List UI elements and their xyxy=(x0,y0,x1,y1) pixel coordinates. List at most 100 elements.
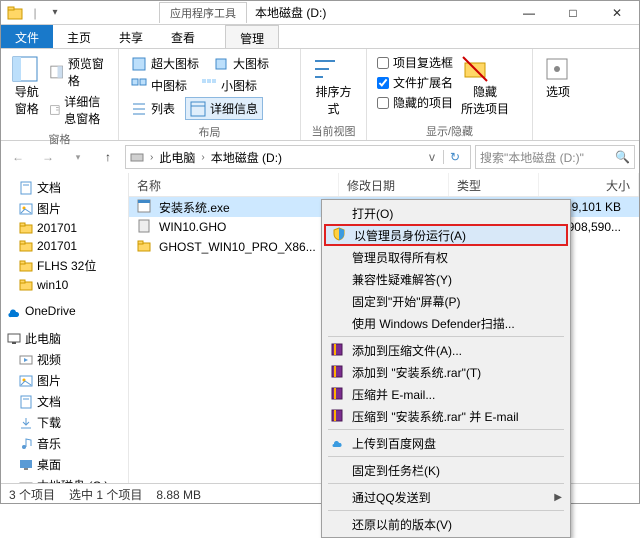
context-item[interactable]: 压缩到 "安装系统.rar" 并 E-mail xyxy=(324,405,568,427)
address-bar: ← → ▾ ↑ › 此电脑 › 本地磁盘 (D:) v ↻ 搜索"本地磁盘 (D… xyxy=(1,141,639,173)
options-button[interactable]: 选项 xyxy=(539,51,577,104)
tree-item[interactable]: 下载 xyxy=(1,412,128,433)
rar-icon xyxy=(330,408,346,424)
separator xyxy=(328,456,564,457)
chk-hidden-items[interactable]: 隐藏的项目 xyxy=(375,93,455,112)
col-name[interactable]: 名称 xyxy=(129,173,339,196)
context-label: 使用 Windows Defender扫描... xyxy=(352,315,515,332)
status-size: 8.88 MB xyxy=(156,488,201,502)
tree-item[interactable]: 图片 xyxy=(1,198,128,219)
layout-l-button[interactable]: 大图标 xyxy=(209,53,273,74)
tree-item[interactable]: win10 xyxy=(1,276,128,294)
tab-manage[interactable]: 管理 xyxy=(225,25,279,48)
sort-label: 排序方式 xyxy=(315,85,351,116)
ribbon-tabs: 文件 主页 共享 查看 管理 xyxy=(1,25,639,49)
context-item[interactable]: 兼容性疑难解答(Y) xyxy=(324,268,568,290)
context-item[interactable]: 使用 Windows Defender扫描... xyxy=(324,312,568,334)
context-label: 打开(O) xyxy=(352,205,393,222)
context-item[interactable]: 打开(O) xyxy=(324,202,568,224)
breadcrumb-thispc[interactable]: 此电脑 xyxy=(159,149,195,166)
hide-label: 隐藏 所选项目 xyxy=(461,85,509,116)
folder-icon xyxy=(7,5,23,21)
sort-button[interactable]: 排序方式 xyxy=(307,51,360,121)
layout-detail-button[interactable]: 详细信息 xyxy=(185,97,263,120)
address-box[interactable]: › 此电脑 › 本地磁盘 (D:) v ↻ xyxy=(125,145,471,169)
context-label: 固定到"开始"屏幕(P) xyxy=(352,293,461,310)
tree-item[interactable]: FLHS 32位 xyxy=(1,255,128,276)
ribbon: 导航窗格 预览窗格 详细信息窗格 窗格 超大图标 大图标 中图标 小图标 列表 … xyxy=(1,49,639,141)
search-input[interactable]: 搜索"本地磁盘 (D:)" 🔍 xyxy=(475,145,635,169)
up-button[interactable]: ↑ xyxy=(95,144,121,170)
tab-share[interactable]: 共享 xyxy=(105,25,157,48)
minimize-button[interactable]: — xyxy=(507,1,551,25)
details-pane-button[interactable]: 详细信息窗格 xyxy=(46,91,112,129)
context-label: 还原以前的版本(V) xyxy=(352,516,452,533)
breadcrumb-drive[interactable]: 本地磁盘 (D:) xyxy=(211,149,282,166)
tree-item[interactable]: 桌面 xyxy=(1,454,128,475)
context-item[interactable]: 上传到百度网盘 xyxy=(324,432,568,454)
close-button[interactable]: ✕ xyxy=(595,1,639,25)
tree-item[interactable]: 本地磁盘 (C:) xyxy=(1,475,128,483)
search-placeholder: 搜索"本地磁盘 (D:)" xyxy=(480,149,584,166)
nav-pane-button[interactable]: 导航窗格 xyxy=(7,51,46,129)
maximize-button[interactable]: □ xyxy=(551,1,595,25)
hide-selected-button[interactable]: 隐藏 所选项目 xyxy=(457,51,513,121)
nav-tree[interactable]: 文档图片201701201701FLHS 32位win10OneDrive此电脑… xyxy=(1,173,129,483)
status-count: 3 个项目 xyxy=(9,486,55,503)
chevron-right-icon[interactable]: › xyxy=(148,152,155,163)
tab-view[interactable]: 查看 xyxy=(157,25,209,48)
nav-pane-label: 导航窗格 xyxy=(15,85,39,116)
col-type[interactable]: 类型 xyxy=(449,173,539,196)
tab-home[interactable]: 主页 xyxy=(53,25,105,48)
tree-item[interactable]: 文档 xyxy=(1,391,128,412)
col-size[interactable]: 大小 xyxy=(539,173,639,196)
chk-checkbox-items[interactable]: 项目复选框 xyxy=(375,53,455,72)
layout-s-button[interactable]: 小图标 xyxy=(197,75,261,96)
back-button[interactable]: ← xyxy=(5,144,31,170)
chevron-right-icon[interactable]: › xyxy=(199,152,206,163)
context-item[interactable]: 添加到压缩文件(A)... xyxy=(324,339,568,361)
file-icon xyxy=(137,219,153,235)
context-item[interactable]: 固定到任务栏(K) xyxy=(324,459,568,481)
tree-item[interactable]: 201701 xyxy=(1,219,128,237)
tree-onedrive[interactable]: OneDrive xyxy=(1,302,128,320)
tree-item[interactable]: 视频 xyxy=(1,349,128,370)
refresh-button[interactable]: ↻ xyxy=(443,150,466,164)
context-label: 上传到百度网盘 xyxy=(352,435,436,452)
layout-list-button[interactable]: 列表 xyxy=(127,97,179,120)
group-view-label: 当前视图 xyxy=(307,121,360,141)
file-icon xyxy=(137,239,153,255)
context-item[interactable]: 还原以前的版本(V) xyxy=(324,513,568,535)
context-item[interactable]: 通过QQ发送到▶ xyxy=(324,486,568,508)
context-item[interactable]: 压缩并 E-mail... xyxy=(324,383,568,405)
group-showhide-label: 显示/隐藏 xyxy=(373,121,526,141)
layout-xl-button[interactable]: 超大图标 xyxy=(127,53,203,74)
context-item[interactable]: 管理员取得所有权 xyxy=(324,246,568,268)
col-date[interactable]: 修改日期 xyxy=(339,173,449,196)
forward-button[interactable]: → xyxy=(35,144,61,170)
file-icon xyxy=(137,199,153,215)
tree-item[interactable]: 音乐 xyxy=(1,433,128,454)
preview-pane-button[interactable]: 预览窗格 xyxy=(46,53,112,91)
separator xyxy=(328,483,564,484)
chk-file-ext[interactable]: 文件扩展名 xyxy=(375,73,455,92)
context-item[interactable]: 以管理员身份运行(A) xyxy=(324,224,568,246)
context-label: 固定到任务栏(K) xyxy=(352,462,440,479)
context-item[interactable]: 添加到 "安装系统.rar"(T) xyxy=(324,361,568,383)
tree-item[interactable]: 201701 xyxy=(1,237,128,255)
context-item[interactable]: 固定到"开始"屏幕(P) xyxy=(324,290,568,312)
recent-button[interactable]: ▾ xyxy=(65,144,91,170)
submenu-arrow-icon: ▶ xyxy=(554,492,562,503)
chevron-down-icon[interactable]: v xyxy=(425,150,439,164)
separator xyxy=(328,510,564,511)
tree-item[interactable]: 文档 xyxy=(1,177,128,198)
group-layout-label: 布局 xyxy=(125,122,294,142)
tab-file[interactable]: 文件 xyxy=(1,25,53,48)
rar-icon xyxy=(330,386,346,402)
options-label: 选项 xyxy=(546,85,570,99)
tree-thispc[interactable]: 此电脑 xyxy=(1,328,128,349)
qat-dropdown-icon[interactable]: ▾ xyxy=(47,5,63,21)
window-title: 本地磁盘 (D:) xyxy=(255,4,326,21)
tree-item[interactable]: 图片 xyxy=(1,370,128,391)
layout-m-button[interactable]: 中图标 xyxy=(127,75,191,96)
